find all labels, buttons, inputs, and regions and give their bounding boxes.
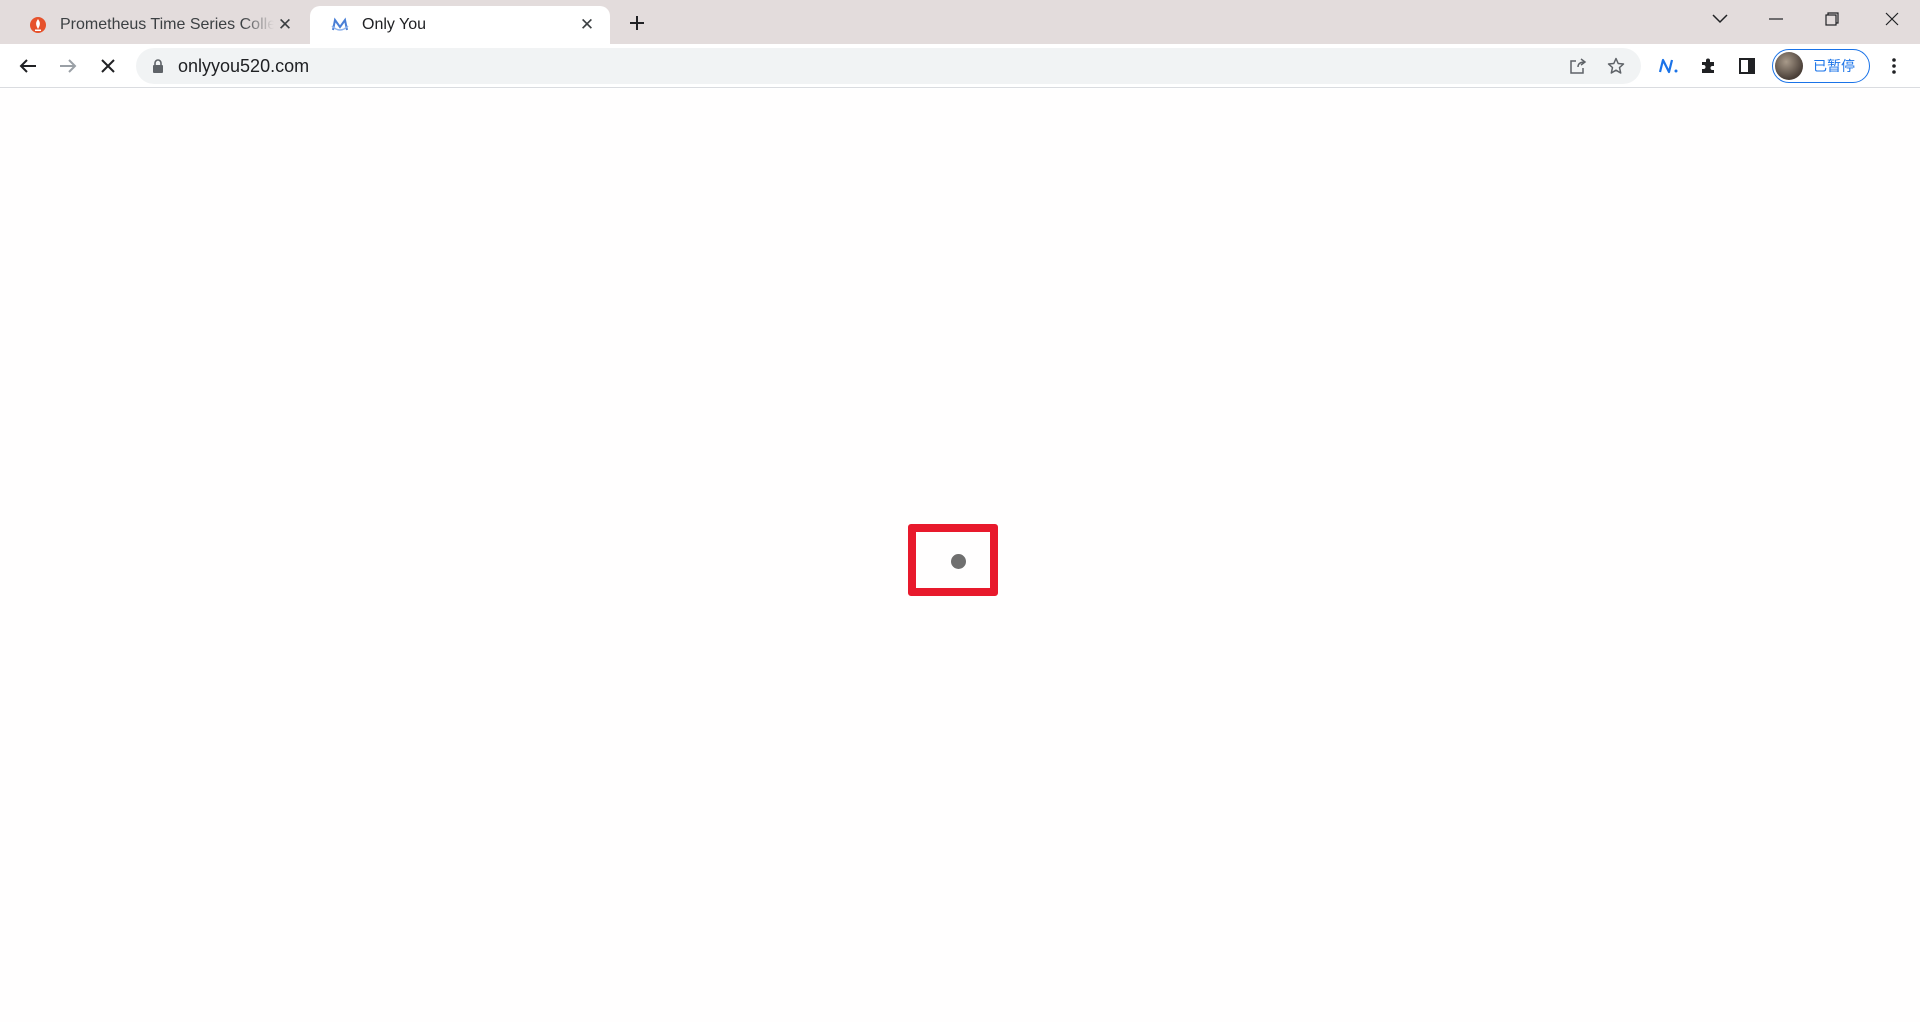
tab-strip: Prometheus Time Series Colle ✕ Only You … bbox=[0, 0, 1920, 44]
n-extension-icon[interactable] bbox=[1653, 50, 1685, 82]
url-text[interactable]: onlyyou520.com bbox=[178, 56, 309, 77]
forward-arrow-icon[interactable] bbox=[52, 50, 84, 82]
kebab-menu-icon[interactable] bbox=[1878, 50, 1910, 82]
tab-title: Prometheus Time Series Colle bbox=[60, 16, 274, 33]
minimize-icon[interactable] bbox=[1748, 0, 1804, 38]
back-arrow-icon[interactable] bbox=[12, 50, 44, 82]
onlyyou-logo-icon bbox=[330, 15, 350, 35]
share-icon[interactable] bbox=[1563, 51, 1593, 81]
page-content bbox=[0, 89, 1920, 1022]
tab-only-you[interactable]: Only You ✕ bbox=[310, 6, 610, 44]
profile-status-label: 已暂停 bbox=[1813, 58, 1855, 74]
address-bar[interactable]: onlyyou520.com bbox=[136, 48, 1641, 84]
tab-title: Only You bbox=[362, 16, 427, 33]
browser-toolbar: onlyyou520.com 已暂停 bbox=[0, 44, 1920, 88]
stop-loading-icon[interactable] bbox=[92, 50, 124, 82]
lock-icon[interactable] bbox=[152, 59, 166, 73]
prometheus-flame-icon bbox=[28, 15, 48, 35]
tab-search-chevron-down-icon[interactable] bbox=[1692, 0, 1748, 38]
side-panel-icon[interactable] bbox=[1731, 50, 1763, 82]
profile-button[interactable]: 已暂停 bbox=[1772, 49, 1870, 83]
close-window-icon[interactable] bbox=[1864, 0, 1920, 38]
close-tab-icon[interactable]: ✕ bbox=[274, 14, 296, 36]
tab-prometheus[interactable]: Prometheus Time Series Colle ✕ bbox=[8, 6, 308, 44]
puzzle-icon[interactable] bbox=[1692, 50, 1724, 82]
restore-icon[interactable] bbox=[1804, 0, 1860, 38]
new-tab-button[interactable] bbox=[622, 8, 652, 38]
loading-indicator bbox=[951, 554, 966, 569]
close-tab-icon[interactable]: ✕ bbox=[576, 14, 598, 36]
star-icon[interactable] bbox=[1601, 51, 1631, 81]
avatar bbox=[1775, 52, 1803, 80]
